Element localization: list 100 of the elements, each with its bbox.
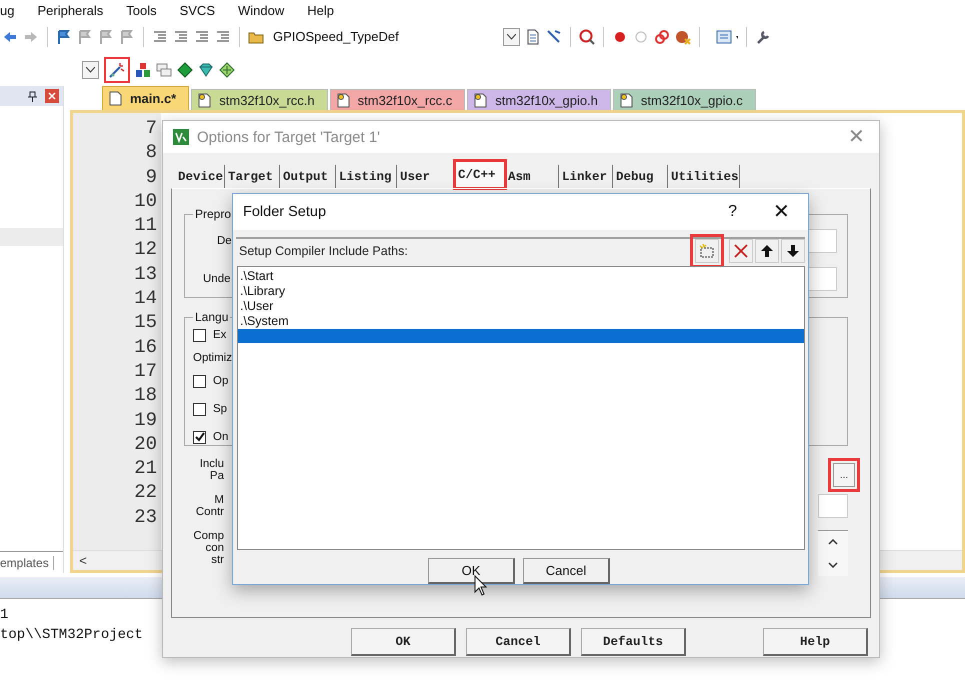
path-item[interactable]: .\System	[238, 314, 804, 329]
flag-icon[interactable]	[56, 28, 72, 44]
file-tab[interactable]: main.c*	[102, 86, 190, 110]
tab[interactable]: Utilities	[668, 165, 740, 188]
debug-icon[interactable]	[579, 28, 595, 44]
indent-icon[interactable]	[194, 28, 210, 44]
checkbox[interactable]	[193, 430, 206, 444]
tree-row-highlight	[0, 228, 63, 246]
field-label: Unde	[203, 273, 230, 285]
group-title: Prepro	[194, 207, 232, 221]
line-number: 9	[146, 164, 157, 189]
line-number: 13	[134, 262, 157, 286]
close-icon[interactable]: ✕	[848, 127, 865, 147]
field-label: Inclu	[200, 458, 224, 470]
browse-button[interactable]: ...	[833, 463, 855, 487]
tab[interactable]: Listing	[336, 165, 397, 188]
wand-button[interactable]	[104, 56, 130, 82]
app-icon	[173, 129, 189, 145]
field-label: De	[217, 235, 232, 247]
dialog-title: Options for Target 'Target 1'	[197, 128, 382, 146]
document-icon[interactable]	[525, 28, 541, 44]
cursor-icon	[474, 575, 488, 597]
file-tab[interactable]: stm32f10x_gpio.h	[467, 89, 611, 110]
checkbox[interactable]	[193, 374, 206, 388]
line-number: 12	[134, 237, 157, 262]
tab[interactable]: Linker	[559, 165, 613, 188]
layers-icon[interactable]	[156, 62, 172, 78]
file-icon	[109, 91, 122, 106]
path-item[interactable]: .\Library	[238, 284, 804, 299]
indent-icon[interactable]	[215, 28, 231, 44]
close-icon[interactable]: ✕	[773, 202, 790, 222]
scroll-down-icon[interactable]	[828, 562, 838, 568]
checkbox-label: On	[213, 431, 228, 443]
indent-icon[interactable]	[152, 28, 168, 44]
line-number: 19	[134, 408, 157, 432]
grid-icon[interactable]	[219, 62, 235, 78]
menu-item[interactable]: SVCS	[180, 2, 215, 18]
dropdown-button[interactable]	[503, 28, 520, 46]
tab[interactable]: Device	[175, 165, 225, 188]
tab[interactable]: Target	[225, 165, 280, 188]
move-down-button[interactable]	[781, 239, 805, 263]
checkbox-label: Sp	[213, 403, 228, 415]
line-number: 15	[134, 310, 157, 335]
help-button[interactable]: ?	[728, 203, 737, 221]
dialog-button[interactable]: OK	[351, 628, 456, 656]
new-folder-button[interactable]	[695, 239, 719, 263]
file-tab[interactable]: stm32f10x_rcc.c	[330, 89, 466, 110]
path-item[interactable]: .\User	[238, 299, 804, 314]
line-number: 17	[134, 358, 157, 384]
input-field[interactable]	[818, 494, 848, 518]
dialog-button[interactable]: Cancel	[466, 628, 571, 656]
file-tab[interactable]: stm32f10x_rcc.h	[191, 89, 328, 110]
indent-icon[interactable]	[173, 28, 189, 44]
delete-button[interactable]	[729, 239, 753, 263]
menu-item[interactable]: ug	[0, 2, 14, 18]
caret-icon	[86, 66, 95, 72]
line-number: 22	[134, 480, 157, 505]
bug-icon[interactable]	[675, 28, 691, 44]
list-label: Setup Compiler Include Paths:	[238, 244, 408, 258]
wand-icon	[108, 60, 126, 78]
type-combo[interactable]: GPIOSpeed_TypeDef	[273, 29, 399, 44]
menu-item[interactable]: Help	[307, 2, 334, 18]
dropdown-button[interactable]	[82, 60, 99, 78]
line-number: 20	[134, 432, 157, 456]
tab[interactable]: Debug	[613, 165, 668, 188]
gem-icon[interactable]	[198, 62, 214, 78]
input-field[interactable]	[807, 229, 837, 253]
dialog-button[interactable]: OK	[428, 558, 515, 584]
line-number: 16	[134, 334, 157, 359]
tab[interactable]: Output	[280, 165, 336, 188]
pin-icon[interactable]	[28, 90, 37, 102]
wrench-icon[interactable]	[755, 28, 771, 44]
move-up-button[interactable]	[755, 239, 779, 263]
tab[interactable]: Asm	[505, 165, 559, 188]
file-icon	[336, 92, 350, 108]
line-number: 10	[134, 188, 157, 214]
field-label: Comp	[193, 530, 224, 542]
panel-tab[interactable]: emplates	[0, 556, 54, 570]
input-field[interactable]	[807, 267, 837, 291]
dialog-button[interactable]: Cancel	[523, 558, 610, 584]
field-label: Contr	[196, 506, 224, 518]
blocks-icon[interactable]	[135, 62, 151, 78]
menu-item[interactable]: Tools	[126, 2, 157, 18]
file-tab[interactable]: stm32f10x_gpio.c	[612, 89, 756, 110]
menu-item[interactable]: Peripherals	[37, 2, 104, 18]
dialog-button[interactable]: Defaults	[581, 628, 686, 656]
tab[interactable]: C/C++	[455, 161, 505, 188]
checkbox[interactable]	[193, 328, 206, 342]
arrow-up-icon	[760, 244, 774, 258]
diamond-icon[interactable]	[177, 62, 193, 78]
menu-item[interactable]: Window	[238, 2, 284, 18]
line-number: 7	[146, 116, 157, 140]
rings-icon[interactable]	[654, 28, 670, 44]
dialog-button[interactable]: Help	[763, 628, 868, 656]
close-icon[interactable]	[45, 89, 59, 103]
path-item[interactable]: .\Start	[238, 269, 804, 284]
line-number: 23	[134, 504, 157, 530]
checkbox[interactable]	[193, 402, 206, 416]
scroll-up-icon[interactable]	[828, 539, 838, 546]
field-label: str	[211, 554, 224, 566]
